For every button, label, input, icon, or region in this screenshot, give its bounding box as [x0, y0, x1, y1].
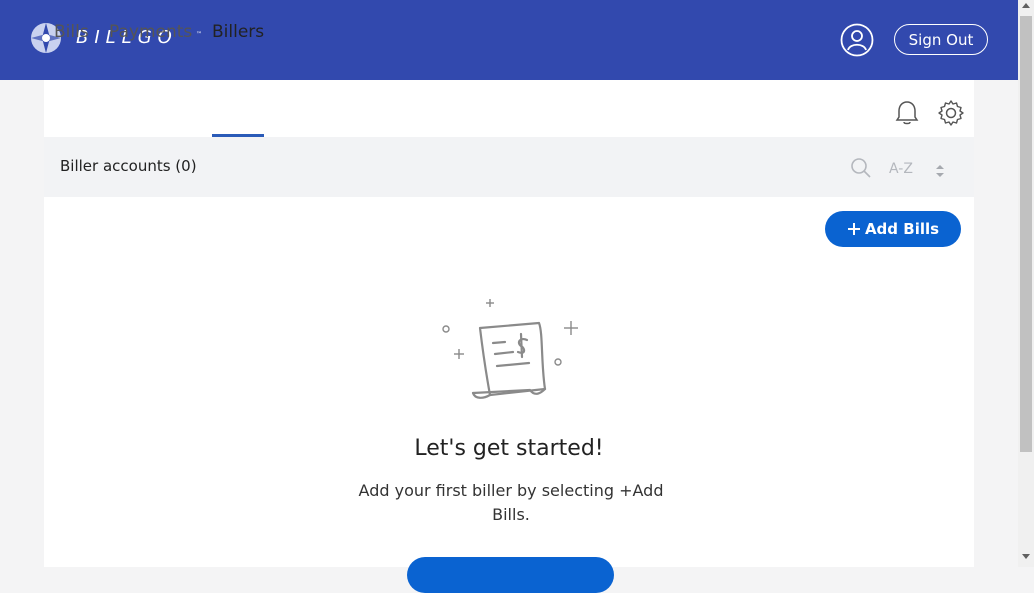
biller-accounts-count: Biller accounts (0) [60, 157, 197, 175]
tab-bills[interactable]: Bills [54, 22, 89, 42]
sign-out-button[interactable]: Sign Out [894, 24, 988, 55]
logo-trademark: ™ [196, 31, 202, 38]
sort-label[interactable]: A-Z [889, 161, 913, 177]
sort-icon[interactable] [935, 163, 945, 179]
scroll-down-arrow-icon[interactable] [1022, 554, 1030, 559]
empty-state-heading: Let's get started! [414, 436, 604, 461]
tab-payments[interactable]: Payments [109, 22, 192, 42]
bell-icon[interactable] [895, 100, 919, 126]
search-icon[interactable] [850, 157, 872, 179]
tab-billers[interactable]: Billers [212, 22, 264, 42]
tab-bar [44, 80, 974, 137]
user-icon[interactable] [840, 23, 874, 57]
add-bills-label: Add Bills [864, 220, 940, 238]
add-biller-primary-button[interactable] [407, 557, 614, 593]
plus-icon [847, 223, 860, 235]
empty-state-message: Add your first biller by selecting +Add … [358, 481, 664, 524]
gear-icon[interactable] [937, 99, 965, 127]
scroll-up-arrow-icon[interactable] [1022, 3, 1030, 8]
receipt-icon [442, 299, 578, 399]
scrollbar-thumb[interactable] [1020, 16, 1032, 452]
add-bills-button[interactable]: Add Bills [825, 211, 961, 247]
